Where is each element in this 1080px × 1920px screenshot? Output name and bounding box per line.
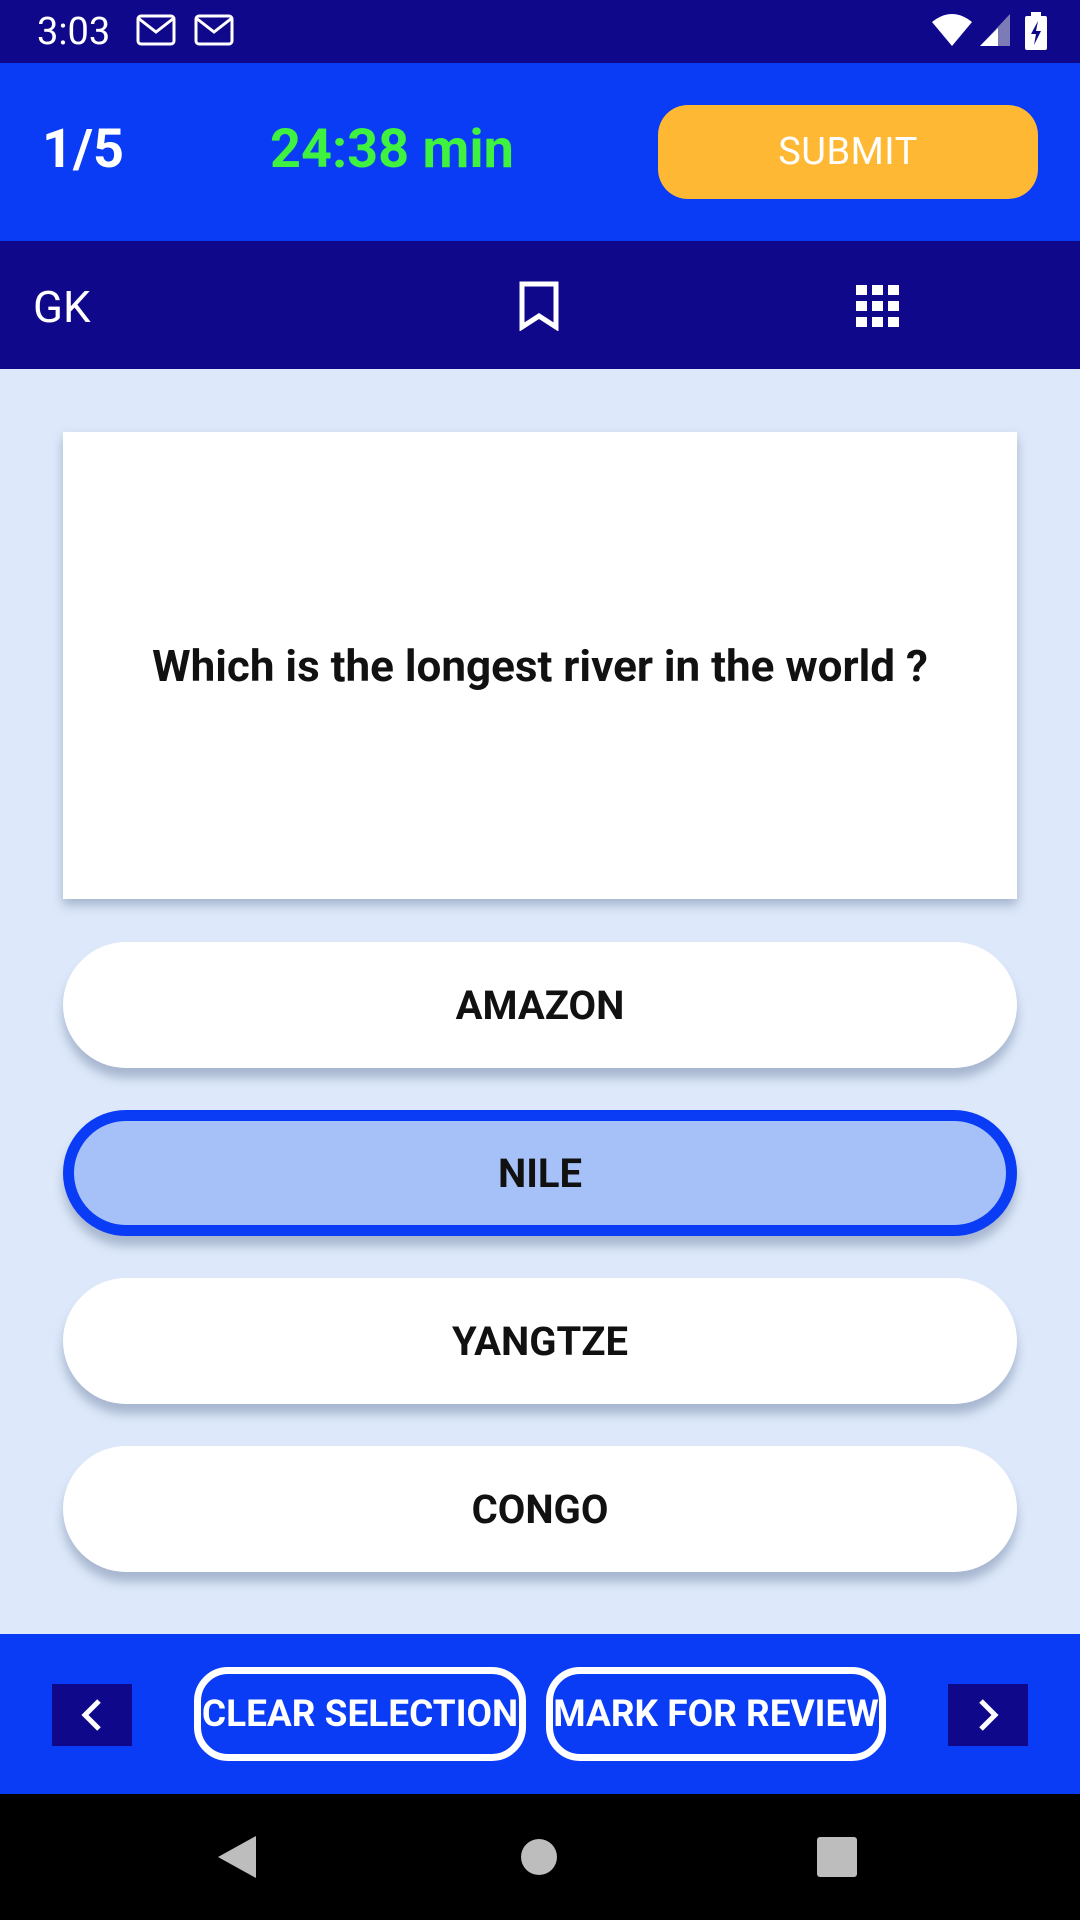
status-bar: 3:03 [0,0,1080,63]
battery-charging-icon [1025,12,1047,50]
submit-button[interactable]: SUBMIT [658,105,1038,199]
clear-selection-button[interactable]: CLEAR SELECTION [194,1667,526,1761]
question-grid-icon[interactable] [856,285,900,327]
subject-label: GK [33,281,91,333]
question-counter: 1/5 [42,118,125,181]
status-time: 3:03 [37,10,111,54]
question-card: Which is the longest river in the world … [63,432,1017,899]
bottom-action-bar: CLEAR SELECTION MARK FOR REVIEW [0,1634,1080,1794]
option-yangtze[interactable]: YANGTZE [63,1278,1017,1404]
timer: 24:38 min [270,118,514,181]
bookmark-icon[interactable] [517,281,561,331]
question-text: Which is the longest river in the world … [152,639,928,692]
chevron-right-icon [979,1699,999,1731]
next-button[interactable] [948,1684,1028,1746]
gmail-icon [136,14,176,46]
back-icon[interactable] [216,1834,258,1880]
quiz-header: 1/5 24:38 min SUBMIT [0,63,1080,241]
signal-icon [980,14,1011,46]
wifi-icon [932,14,973,46]
subject-toolbar: GK [0,241,1080,369]
status-icons [930,12,1052,52]
system-nav-bar [0,1794,1080,1920]
option-congo[interactable]: CONGO [63,1446,1017,1572]
previous-button[interactable] [52,1684,132,1746]
home-icon[interactable] [520,1838,558,1876]
recents-icon[interactable] [817,1837,857,1877]
option-nile[interactable]: NILE [63,1110,1017,1236]
gmail-icon [194,14,234,46]
option-amazon[interactable]: AMAZON [63,942,1017,1068]
mark-for-review-button[interactable]: MARK FOR REVIEW [546,1667,886,1761]
chevron-left-icon [81,1699,101,1731]
